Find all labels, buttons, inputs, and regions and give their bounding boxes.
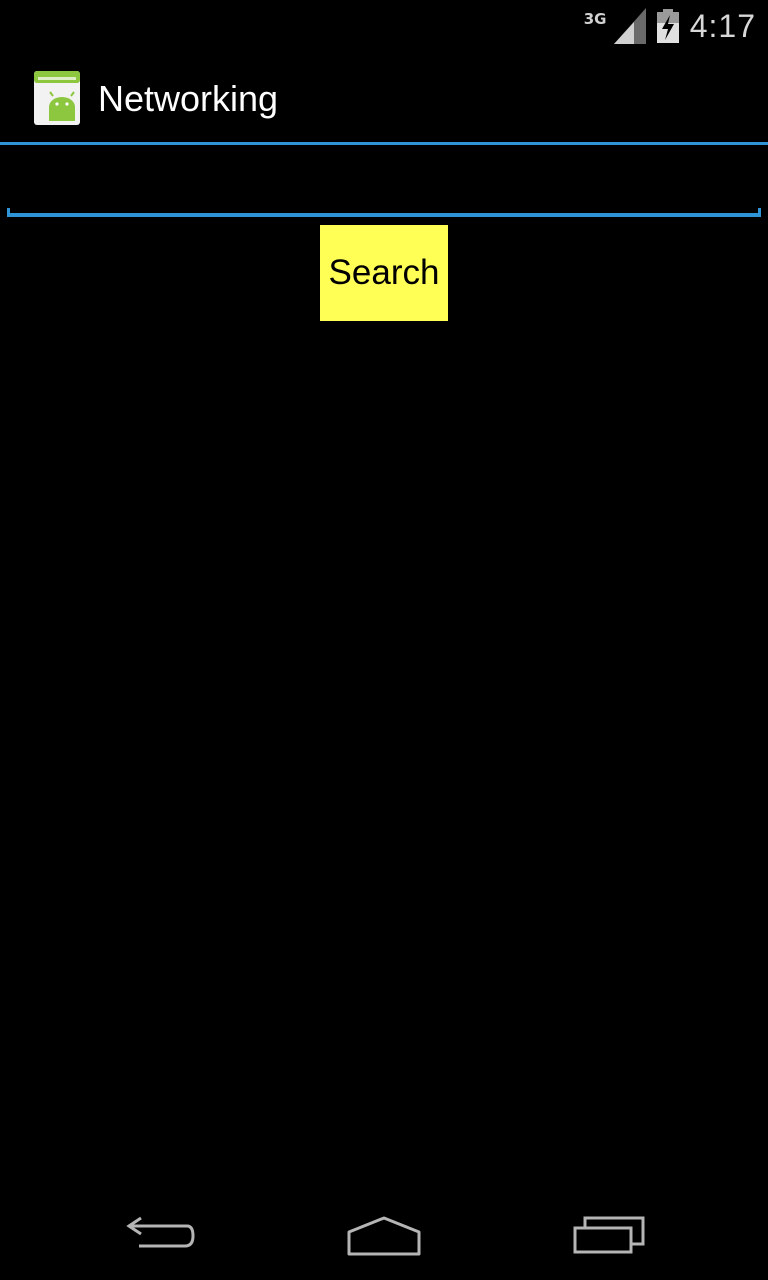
- screen: 3G 4:17 Networking Search: [0, 0, 768, 1280]
- search-input[interactable]: [7, 160, 761, 218]
- search-input-underline: [7, 213, 761, 217]
- search-input-left-tick: [7, 208, 10, 217]
- search-input-right-tick: [758, 208, 761, 217]
- home-icon: [346, 1212, 422, 1260]
- recent-apps-icon: [573, 1214, 647, 1258]
- search-button[interactable]: Search: [320, 225, 448, 321]
- status-bar: 3G 4:17: [0, 0, 768, 50]
- home-button[interactable]: [334, 1206, 434, 1266]
- back-icon: [125, 1214, 195, 1258]
- signal-icon: 3G: [584, 8, 646, 44]
- status-clock: 4:17: [689, 7, 756, 44]
- status-icons: 3G 4:17: [584, 6, 756, 46]
- search-field-container: [7, 160, 761, 218]
- network-type-label: 3G: [583, 10, 607, 28]
- android-app-icon[interactable]: [34, 71, 80, 125]
- back-button[interactable]: [110, 1206, 210, 1266]
- action-bar-divider: [0, 142, 768, 145]
- app-title: Networking: [98, 78, 279, 119]
- battery-icon: [656, 9, 680, 43]
- recent-apps-button[interactable]: [560, 1206, 660, 1266]
